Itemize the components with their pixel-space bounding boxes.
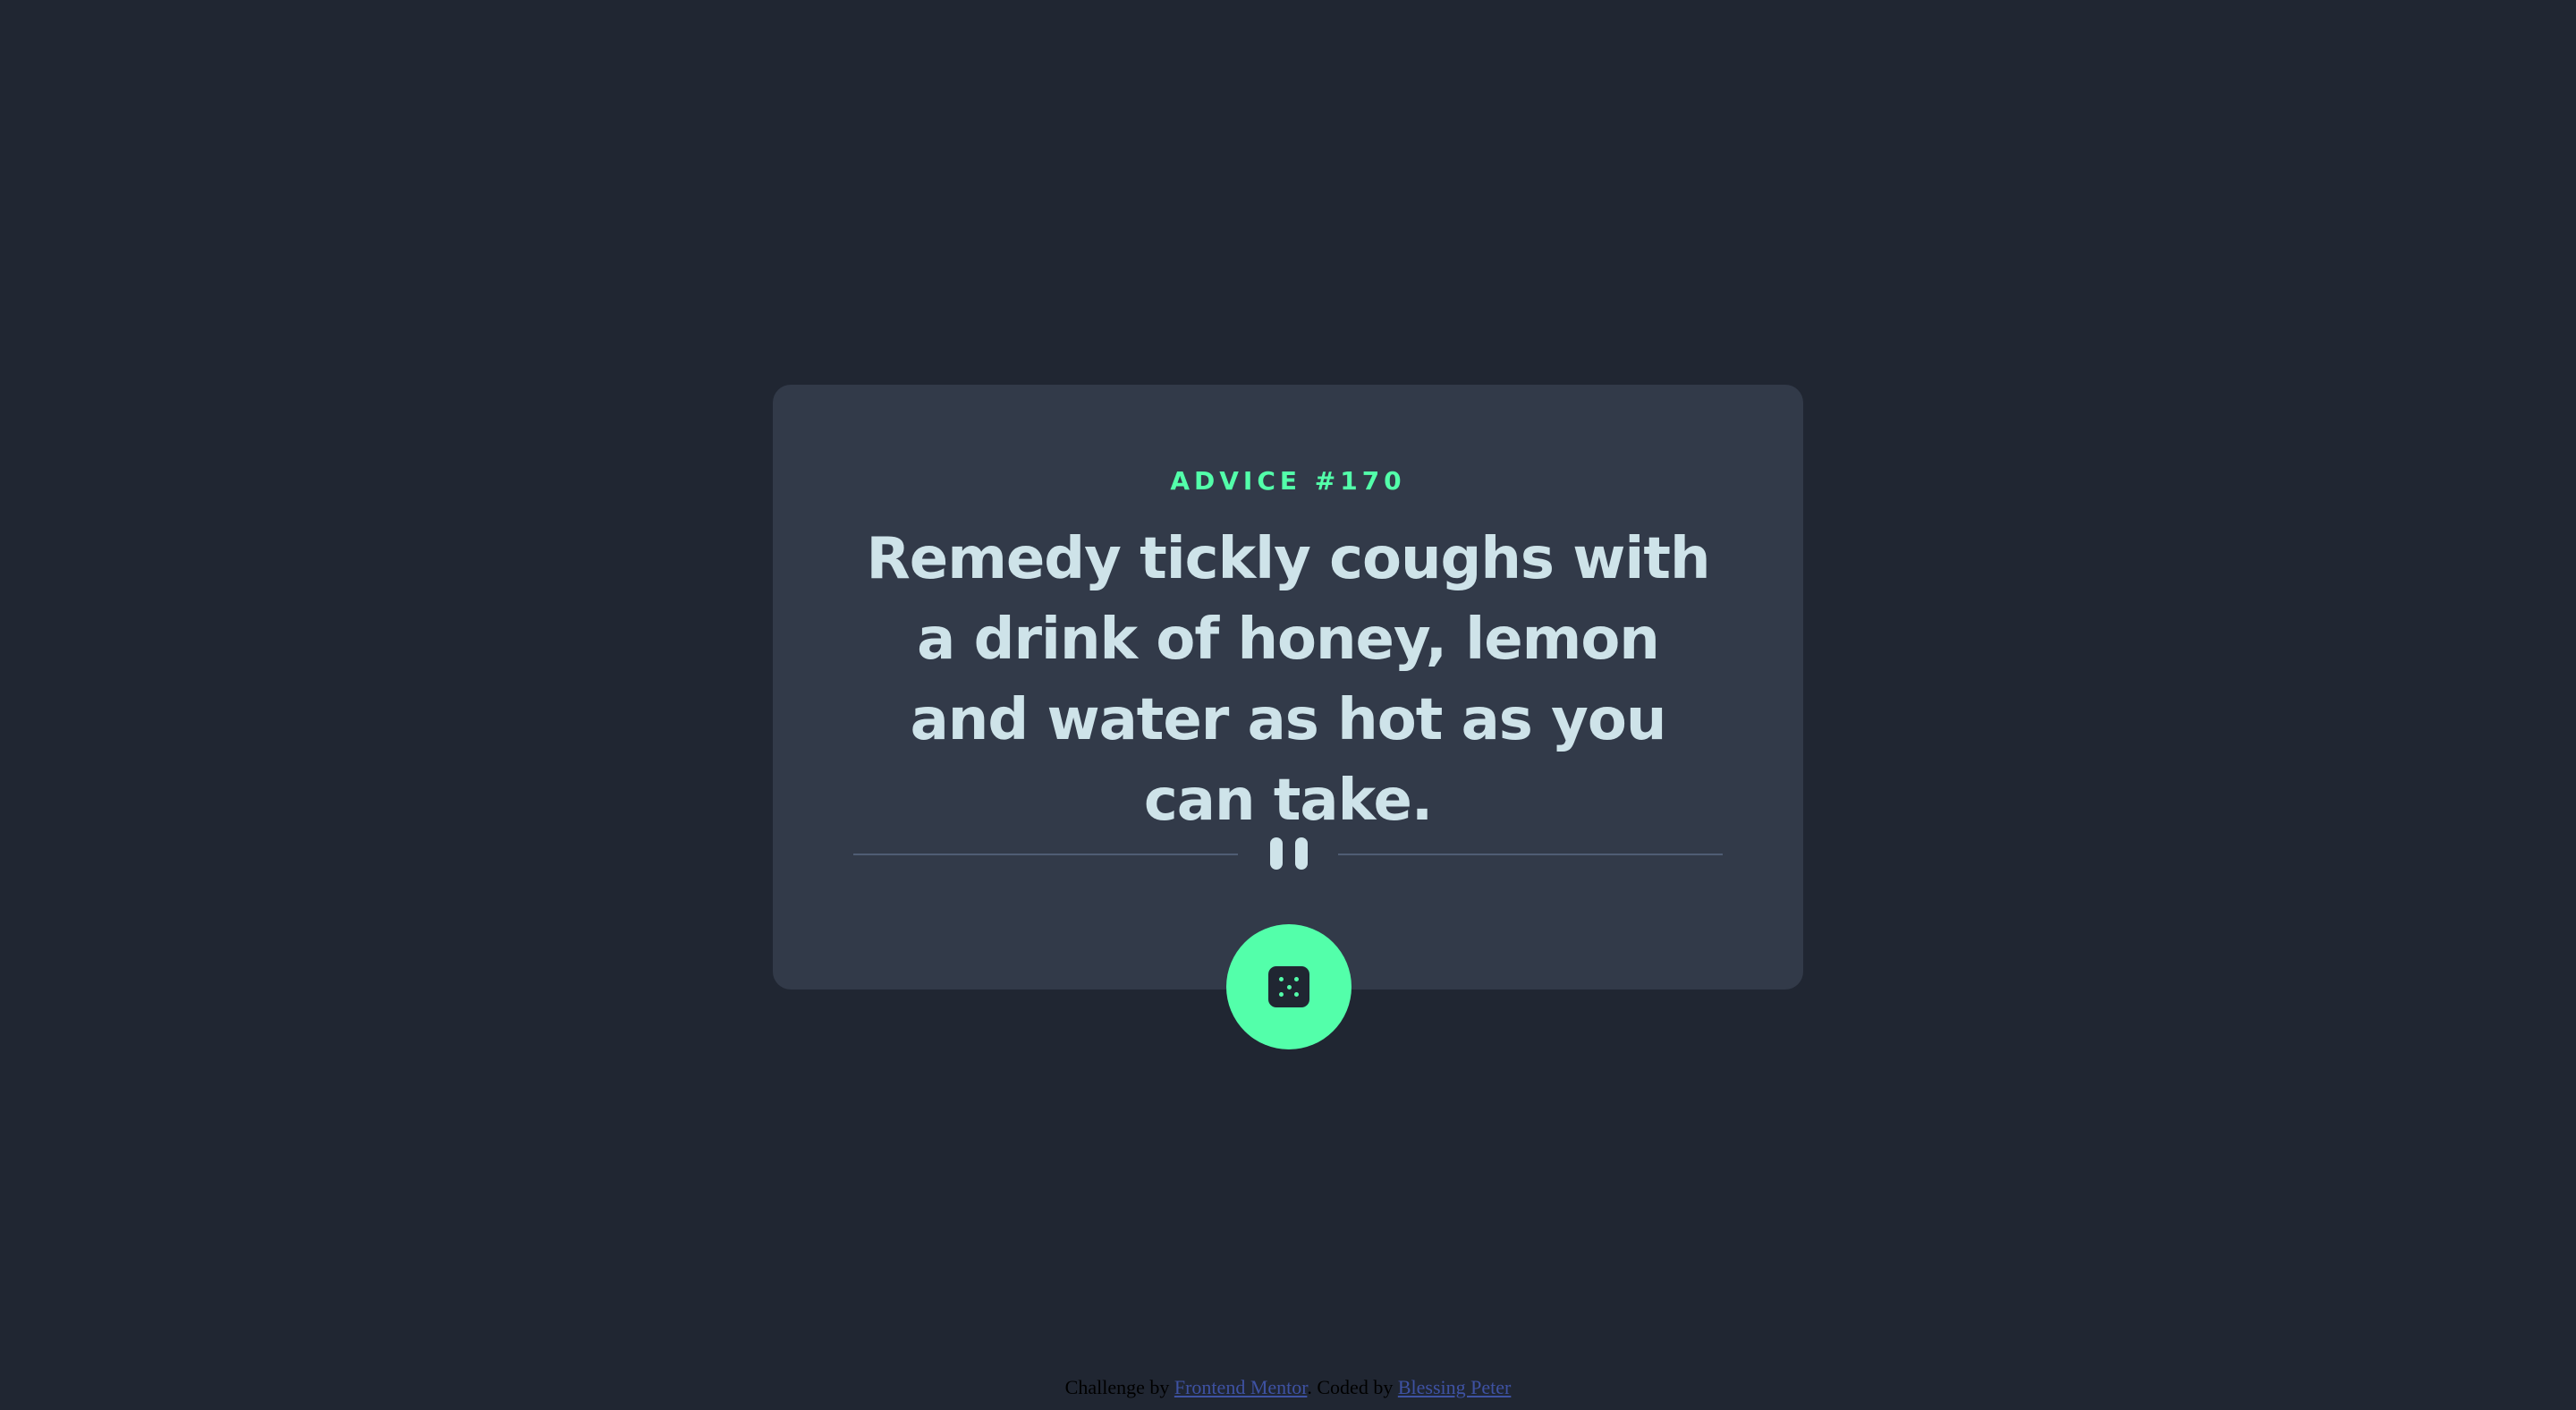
frontend-mentor-link[interactable]: Frontend Mentor xyxy=(1174,1376,1308,1398)
divider-line-right xyxy=(1338,854,1723,855)
new-advice-button[interactable] xyxy=(1226,924,1352,1049)
dice-dot xyxy=(1294,977,1299,981)
dice-dot xyxy=(1286,984,1292,990)
author-link[interactable]: Blessing Peter xyxy=(1398,1376,1512,1398)
dice-icon xyxy=(1268,966,1309,1007)
attribution-middle: . Coded by xyxy=(1307,1376,1398,1398)
advice-card: ADVICE #170 Remedy tickly coughs with a … xyxy=(773,385,1803,990)
pause-icon xyxy=(1268,837,1308,870)
attribution-prefix: Challenge by xyxy=(1064,1376,1174,1398)
divider-line-left xyxy=(853,854,1238,855)
pause-bar-left xyxy=(1270,837,1283,870)
advice-quote: Remedy tickly coughs with a drink of hon… xyxy=(866,526,1711,834)
dice-dot xyxy=(1294,992,1299,997)
dice-dot xyxy=(1279,977,1284,981)
attribution-footer: Challenge by Frontend Mentor. Coded by B… xyxy=(0,1374,2576,1401)
pattern-divider xyxy=(853,837,1723,870)
dice-dot xyxy=(1279,992,1284,997)
advice-number-label: ADVICE #170 xyxy=(1170,466,1406,496)
pause-bar-right xyxy=(1295,837,1308,870)
